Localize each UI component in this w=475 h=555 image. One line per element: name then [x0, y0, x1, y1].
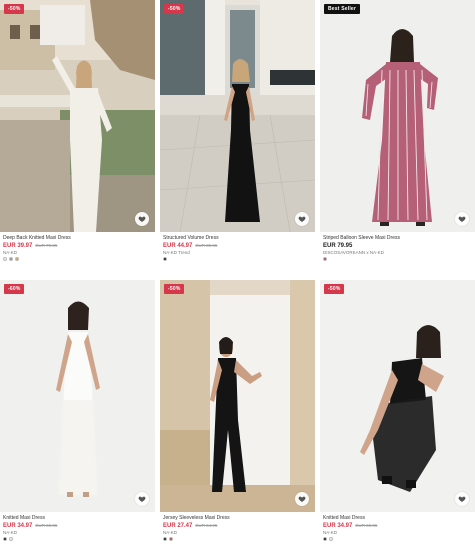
- wishlist-button[interactable]: [455, 492, 469, 506]
- wishlist-button[interactable]: [295, 212, 309, 226]
- product-photo: [320, 280, 475, 512]
- original-price: EUR 54.95: [195, 523, 218, 528]
- color-swatch[interactable]: [3, 257, 7, 261]
- discount-badge: -50%: [164, 284, 185, 294]
- original-price: EUR 69.95: [35, 523, 58, 528]
- product-price: EUR 34.97: [323, 523, 353, 529]
- color-swatches: [3, 537, 152, 541]
- product-name[interactable]: Knitted Maxi Dress: [323, 515, 472, 522]
- original-price: EUR 79.95: [35, 243, 58, 248]
- best-seller-badge: Best Seller: [324, 4, 361, 14]
- color-swatch[interactable]: [163, 537, 167, 541]
- product-price: EUR 39.97: [3, 243, 33, 249]
- color-swatch[interactable]: [15, 257, 19, 261]
- heart-icon: [458, 496, 466, 502]
- product-image[interactable]: -50%: [160, 280, 315, 512]
- color-swatch[interactable]: [329, 537, 333, 541]
- color-swatch[interactable]: [323, 537, 327, 541]
- product-photo: [160, 280, 315, 512]
- product-name[interactable]: Jersey Sleeveless Maxi Dress: [163, 515, 312, 522]
- color-swatch[interactable]: [9, 537, 13, 541]
- product-image[interactable]: -60%: [0, 280, 155, 512]
- original-price: EUR 69.95: [355, 523, 378, 528]
- product-grid: -50% Deep Back Knitted Maxi Dress EUR 39…: [0, 0, 475, 555]
- brand-label: NA-KD: [163, 530, 178, 535]
- product-card[interactable]: -50% Jersey Sleeveless Maxi Dress EUR 27…: [160, 280, 315, 555]
- wishlist-button[interactable]: [135, 212, 149, 226]
- discount-badge: -60%: [4, 284, 25, 294]
- product-card[interactable]: -50% Knitted Maxi Dress EUR 34.97 EUR 69.…: [320, 280, 475, 555]
- wishlist-button[interactable]: [135, 492, 149, 506]
- product-name[interactable]: Structured Volume Dress: [163, 235, 312, 242]
- brand-label: NA-KD: [3, 530, 18, 535]
- brand-label: NA-KD: [3, 250, 18, 255]
- color-swatch[interactable]: [169, 537, 173, 541]
- product-name[interactable]: Knitted Maxi Dress: [3, 515, 152, 522]
- product-name[interactable]: Deep Back Knitted Maxi Dress: [3, 235, 152, 242]
- heart-icon: [298, 216, 306, 222]
- product-price: EUR 44.97: [163, 243, 193, 249]
- product-card[interactable]: -60% Knitted Maxi Dress EUR 34.97 EUR 69.…: [0, 280, 155, 555]
- product-image[interactable]: -50%: [160, 0, 315, 232]
- product-card[interactable]: Best Seller Striped Balloon Sleeve Maxi …: [320, 0, 475, 275]
- product-photo: [160, 0, 315, 232]
- wishlist-button[interactable]: [455, 212, 469, 226]
- product-image[interactable]: Best Seller: [320, 0, 475, 232]
- original-price: EUR 89.95: [195, 243, 218, 248]
- heart-icon: [138, 496, 146, 502]
- product-photo: [0, 0, 155, 232]
- color-swatches: [323, 257, 472, 261]
- product-price: EUR 27.47: [163, 523, 193, 529]
- discount-badge: -50%: [324, 284, 345, 294]
- discount-badge: -50%: [164, 4, 185, 14]
- color-swatches: [163, 257, 312, 261]
- heart-icon: [298, 496, 306, 502]
- brand-label: DISCOSAVORKANN x NA-KD: [323, 250, 384, 255]
- brand-label: NA-KD: [323, 530, 338, 535]
- color-swatches: [3, 257, 152, 261]
- color-swatches: [323, 537, 472, 541]
- product-price: EUR 34.97: [3, 523, 33, 529]
- heart-icon: [138, 216, 146, 222]
- color-swatch[interactable]: [3, 537, 7, 541]
- product-photo: [0, 280, 155, 512]
- product-card[interactable]: -50% Deep Back Knitted Maxi Dress EUR 39…: [0, 0, 155, 275]
- color-swatch[interactable]: [323, 257, 327, 261]
- wishlist-button[interactable]: [295, 492, 309, 506]
- product-name[interactable]: Striped Balloon Sleeve Maxi Dress: [323, 235, 472, 242]
- brand-label: NA-KD Trend: [163, 250, 190, 255]
- product-card[interactable]: -50% Structured Volume Dress EUR 44.97 EU…: [160, 0, 315, 275]
- color-swatch[interactable]: [9, 257, 13, 261]
- heart-icon: [458, 216, 466, 222]
- color-swatch[interactable]: [163, 257, 167, 261]
- product-photo: [320, 0, 475, 232]
- product-image[interactable]: -50%: [0, 0, 155, 232]
- product-price: EUR 79.95: [323, 243, 353, 249]
- color-swatches: [163, 537, 312, 541]
- product-image[interactable]: -50%: [320, 280, 475, 512]
- discount-badge: -50%: [4, 4, 25, 14]
